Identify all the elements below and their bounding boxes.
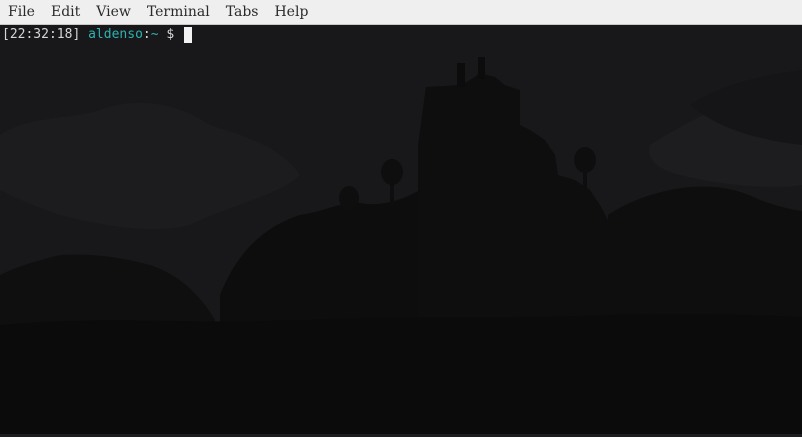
menu-terminal[interactable]: Terminal bbox=[139, 0, 218, 24]
prompt-colon: : bbox=[142, 27, 151, 42]
menu-file[interactable]: File bbox=[0, 0, 43, 24]
prompt-path: ~ bbox=[150, 27, 159, 42]
prompt-symbol: $ bbox=[166, 27, 175, 42]
menu-edit[interactable]: Edit bbox=[43, 0, 88, 24]
background-wallpaper bbox=[0, 25, 802, 437]
terminal-area[interactable]: [22:32:18] aldenso : ~ $ bbox=[0, 25, 802, 437]
terminal-window: File Edit View Terminal Tabs Help [22:32… bbox=[0, 0, 802, 437]
text-cursor bbox=[184, 26, 193, 43]
menu-tabs[interactable]: Tabs bbox=[218, 0, 267, 24]
menu-help[interactable]: Help bbox=[266, 0, 316, 24]
menu-view[interactable]: View bbox=[88, 0, 139, 24]
prompt-user: aldenso bbox=[88, 27, 143, 42]
menu-bar: File Edit View Terminal Tabs Help bbox=[0, 0, 802, 25]
prompt-timestamp: [22:32:18] bbox=[2, 27, 81, 42]
prompt-line[interactable]: [22:32:18] aldenso : ~ $ bbox=[2, 25, 193, 44]
